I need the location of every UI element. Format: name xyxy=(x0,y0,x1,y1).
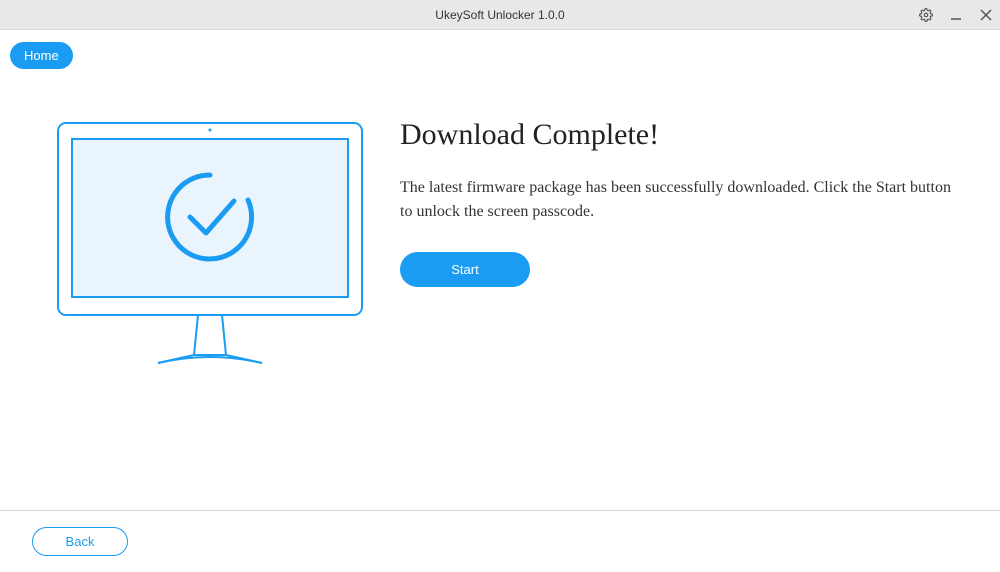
page-description: The latest firmware package has been suc… xyxy=(400,176,960,224)
home-tab[interactable]: Home xyxy=(10,42,73,69)
close-icon[interactable] xyxy=(978,7,994,23)
home-tab-label: Home xyxy=(24,48,59,63)
window-title: UkeySoft Unlocker 1.0.0 xyxy=(435,8,564,22)
back-button-label: Back xyxy=(66,534,95,549)
window-controls xyxy=(918,0,994,30)
start-button[interactable]: Start xyxy=(400,252,530,287)
page-heading: Download Complete! xyxy=(400,118,960,152)
monitor-illustration xyxy=(45,100,375,375)
settings-icon[interactable] xyxy=(918,7,934,23)
main-content: Download Complete! The latest firmware p… xyxy=(45,100,960,375)
minimize-icon[interactable] xyxy=(948,7,964,23)
titlebar: UkeySoft Unlocker 1.0.0 xyxy=(0,0,1000,30)
footer: Back xyxy=(0,510,1000,572)
start-button-label: Start xyxy=(451,262,478,277)
text-block: Download Complete! The latest firmware p… xyxy=(375,100,960,287)
back-button[interactable]: Back xyxy=(32,527,128,556)
